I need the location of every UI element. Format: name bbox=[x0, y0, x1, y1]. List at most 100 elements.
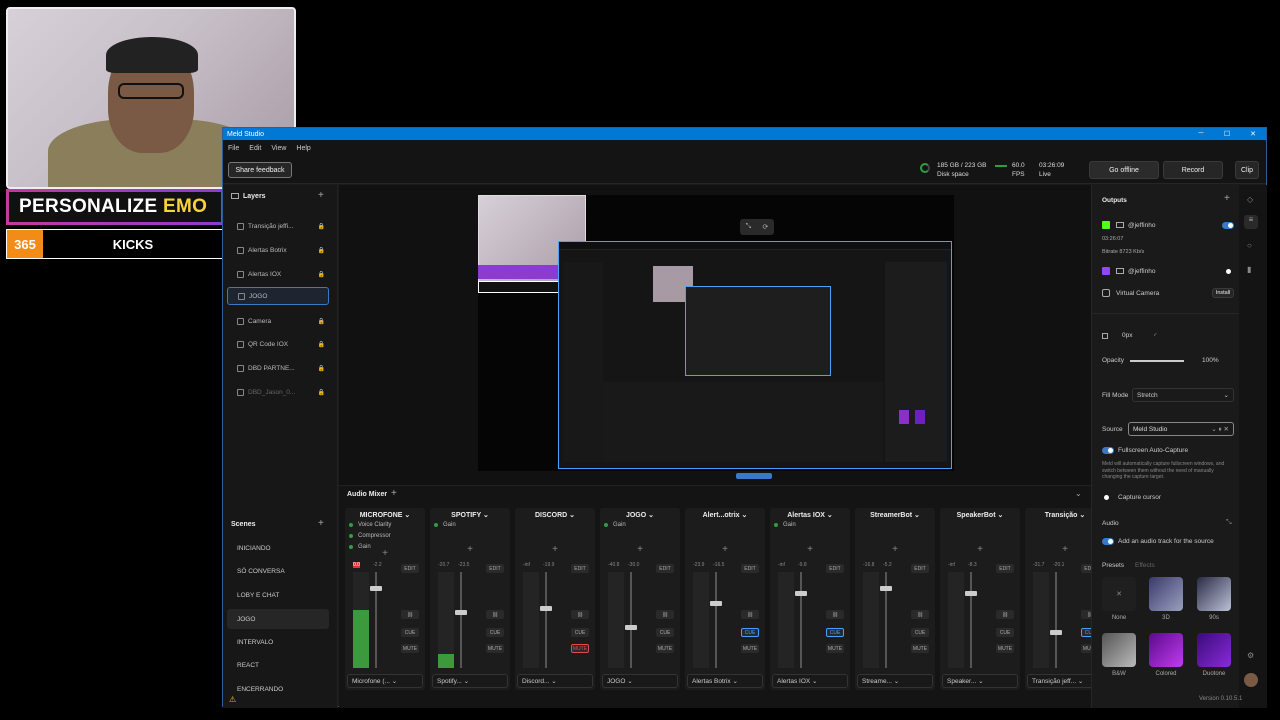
layer-item[interactable]: Camera 🔒 bbox=[227, 312, 329, 330]
scene-item[interactable]: INTERVALO bbox=[227, 632, 329, 652]
scene-item[interactable]: LOBY E CHAT bbox=[227, 585, 329, 605]
layer-item[interactable]: Transição jeffi... 🔒 bbox=[227, 217, 329, 235]
scene-item-selected[interactable]: JOGO bbox=[227, 609, 329, 629]
volume-fader[interactable] bbox=[370, 572, 382, 668]
mute-button[interactable]: MUTE bbox=[826, 644, 844, 653]
settings-icon[interactable]: ⚙ bbox=[1247, 651, 1254, 660]
twitch-toggle[interactable] bbox=[1226, 269, 1231, 274]
channel-source[interactable]: JOGO ⌄ bbox=[602, 674, 678, 688]
link-icon[interactable]: ⛓ bbox=[486, 610, 504, 619]
channel-name[interactable]: JOGO ⌄ bbox=[600, 511, 680, 519]
lock-icon[interactable]: 🔒 bbox=[318, 271, 325, 278]
fader-knob[interactable] bbox=[710, 600, 722, 606]
collapse-icon[interactable]: ⌄ bbox=[1075, 489, 1082, 498]
link-icon[interactable]: ⛓ bbox=[656, 610, 674, 619]
scene-item[interactable]: INICIANDO bbox=[227, 538, 329, 558]
link-icon[interactable]: ⛓ bbox=[911, 610, 929, 619]
channel-source[interactable]: Microfone (... ⌄ bbox=[347, 674, 423, 688]
channel-source[interactable]: Alertas IOX ⌄ bbox=[772, 674, 848, 688]
channel-name[interactable]: StreamerBot ⌄ bbox=[855, 511, 935, 519]
effects-tab[interactable]: Effects bbox=[1135, 562, 1155, 569]
add-effect-icon[interactable]: + bbox=[600, 544, 680, 555]
layer-item-selected[interactable]: JOGO bbox=[227, 287, 329, 305]
cue-button[interactable]: CUE bbox=[571, 628, 589, 637]
mute-button[interactable]: MUTE bbox=[401, 644, 419, 653]
cue-button[interactable]: CUE bbox=[826, 628, 844, 637]
mute-button[interactable]: MUTE bbox=[911, 644, 929, 653]
layer-item[interactable]: DBD_Jason_0... 🔒 bbox=[227, 383, 329, 401]
mute-button[interactable]: MUTE bbox=[486, 644, 504, 653]
source-select[interactable]: Meld Studio ⌄ ⏸ ✕ bbox=[1128, 422, 1234, 436]
channel-source[interactable]: Spotify... ⌄ bbox=[432, 674, 508, 688]
crop-icon[interactable]: ⤡ bbox=[746, 223, 752, 231]
preset-duotone[interactable] bbox=[1197, 633, 1231, 667]
add-output-icon[interactable]: + bbox=[1224, 193, 1230, 204]
capture-cursor-radio[interactable] bbox=[1104, 495, 1109, 500]
edit-button[interactable]: EDIT bbox=[911, 564, 929, 573]
layer-item[interactable]: Alertas Botrix 🔒 bbox=[227, 241, 329, 259]
channel-effect[interactable]: Gain bbox=[774, 522, 796, 528]
add-effect-icon[interactable]: + bbox=[770, 544, 850, 555]
channel-source[interactable]: Streame... ⌄ bbox=[857, 674, 933, 688]
lock-icon[interactable]: 🔒 bbox=[318, 247, 325, 254]
edit-button[interactable]: EDIT bbox=[486, 564, 504, 573]
edit-button[interactable]: EDIT bbox=[741, 564, 759, 573]
compass-icon[interactable]: ◇ bbox=[1247, 195, 1253, 204]
preset-none[interactable]: ✕ bbox=[1102, 577, 1136, 611]
channel-effect[interactable]: Gain bbox=[604, 522, 626, 528]
add-effect-icon[interactable]: + bbox=[430, 544, 510, 555]
lock-icon[interactable]: 🔒 bbox=[318, 365, 325, 372]
volume-fader[interactable] bbox=[795, 572, 807, 668]
edit-button[interactable]: EDIT bbox=[571, 564, 589, 573]
volume-fader[interactable] bbox=[625, 572, 637, 668]
volume-fader[interactable] bbox=[710, 572, 722, 668]
rotate-icon[interactable]: ⟳ bbox=[762, 223, 768, 231]
cue-button[interactable]: CUE bbox=[656, 628, 674, 637]
avatar[interactable] bbox=[1244, 673, 1258, 687]
add-layer-icon[interactable]: + bbox=[318, 190, 324, 201]
channel-name[interactable]: Alertas IOX ⌄ bbox=[770, 511, 850, 519]
add-audio-icon[interactable]: + bbox=[391, 488, 397, 499]
volume-fader[interactable] bbox=[455, 572, 467, 668]
edit-button[interactable]: EDIT bbox=[996, 564, 1014, 573]
fader-knob[interactable] bbox=[455, 610, 467, 616]
clip-button[interactable]: Clip bbox=[1235, 161, 1259, 179]
source-actions[interactable]: ⌄ ⏸ ✕ bbox=[1211, 425, 1229, 434]
volume-fader[interactable] bbox=[880, 572, 892, 668]
scene-item[interactable]: REACT bbox=[227, 655, 329, 675]
channel-name[interactable]: SpeakerBot ⌄ bbox=[940, 511, 1020, 519]
lock-icon[interactable]: 🔒 bbox=[318, 318, 325, 325]
lock-icon[interactable]: 🔒 bbox=[318, 341, 325, 348]
edit-button[interactable]: EDIT bbox=[826, 564, 844, 573]
link-icon[interactable]: ⛓ bbox=[996, 610, 1014, 619]
channel-source[interactable]: Discord... ⌄ bbox=[517, 674, 593, 688]
go-offline-button[interactable]: Go offline bbox=[1089, 161, 1159, 179]
mute-button[interactable]: MUTE bbox=[741, 644, 759, 653]
edit-button[interactable]: EDIT bbox=[656, 564, 674, 573]
channel-source[interactable]: Speaker... ⌄ bbox=[942, 674, 1018, 688]
volume-fader[interactable] bbox=[965, 572, 977, 668]
mute-button[interactable]: MUTE bbox=[996, 644, 1014, 653]
expand-icon[interactable]: ⤡ bbox=[1226, 519, 1232, 527]
preset-90s[interactable] bbox=[1197, 577, 1231, 611]
audio-track-toggle[interactable] bbox=[1102, 538, 1114, 545]
add-effect-icon[interactable]: + bbox=[515, 544, 595, 555]
preset-bw[interactable] bbox=[1102, 633, 1136, 667]
fill-mode-select[interactable]: Stretch ⌄ bbox=[1132, 388, 1234, 402]
fader-knob[interactable] bbox=[370, 586, 382, 592]
properties-tab-icon[interactable]: ≡ bbox=[1244, 215, 1258, 229]
edit-button[interactable]: EDIT bbox=[401, 564, 419, 573]
mute-button[interactable]: MUTE bbox=[571, 644, 589, 653]
chat-icon[interactable]: ○ bbox=[1247, 241, 1252, 250]
channel-name[interactable]: Alert...otrix ⌄ bbox=[685, 511, 765, 519]
crop-tools[interactable]: ⤡ ⟳ bbox=[740, 219, 774, 235]
minimize-icon[interactable]: ─ bbox=[1188, 130, 1214, 138]
lock-icon[interactable]: 🔒 bbox=[318, 223, 325, 230]
preset-3d[interactable] bbox=[1149, 577, 1183, 611]
fader-knob[interactable] bbox=[1050, 629, 1062, 635]
presets-tab[interactable]: Presets bbox=[1102, 562, 1124, 569]
stage-preview[interactable]: ⤡ ⟳ bbox=[478, 195, 954, 479]
cue-button[interactable]: CUE bbox=[911, 628, 929, 637]
install-button[interactable]: Install bbox=[1212, 288, 1234, 298]
mute-button[interactable]: MUTE bbox=[656, 644, 674, 653]
